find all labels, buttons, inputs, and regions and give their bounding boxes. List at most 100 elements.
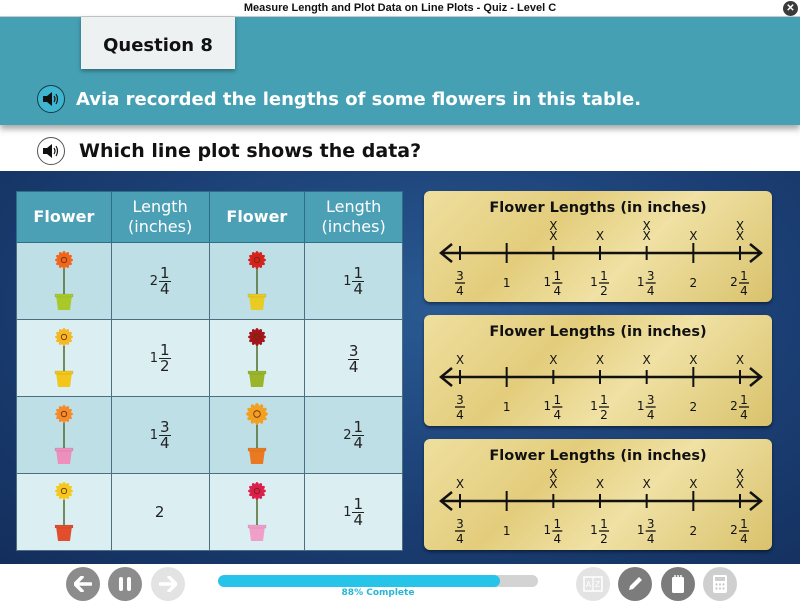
tick-denominator: 2 [600,284,608,298]
tick-whole: 2 [690,276,698,290]
tick-whole: 1 [544,399,552,413]
flower-cell [16,396,112,474]
tick-whole: 1 [637,275,645,289]
flower-cell [208,319,306,397]
pencil-button[interactable] [618,567,652,601]
tick-label: 1 [503,276,511,290]
line-plot-option-c[interactable]: Flower Lengths (in inches) 3 4 X 1 1 1 4 X X 1 1 2 X 1… [424,439,772,550]
plot-x-marker: X [549,219,557,233]
length-value: 2 [154,503,165,521]
tick-denominator: 4 [740,532,748,546]
tick-numerator: 3 [456,517,464,531]
notepad-icon [672,575,684,593]
plot-x-marker: X [689,353,697,367]
line-plot-option-b[interactable]: Flower Lengths (in inches) 3 4 X 1 1 1 4 X 1 1 2 X 1 3… [424,315,772,426]
pencil-icon [629,577,642,590]
tick-denominator: 4 [456,532,464,546]
tick-whole: 1 [503,400,511,414]
plot-x-marker: X [456,353,464,367]
tick-numerator: 1 [740,393,748,407]
tick-denominator: 4 [554,532,562,546]
plot-x-marker: X [456,477,464,491]
tick-numerator: 3 [456,393,464,407]
pause-icon [119,577,131,591]
plot-x-marker: X [689,229,697,243]
flower-cell [16,473,112,551]
plot-x-marker: X [736,353,744,367]
tick-numerator: 1 [740,269,748,283]
tick-denominator: 4 [647,532,655,546]
tick-label: 1 34 [637,393,656,422]
flower-cell [208,242,306,320]
question-number-card: Question 8 [81,17,235,69]
tick-label: 2 [690,276,698,290]
progress-label: 88% Complete [341,588,415,598]
tick-numerator: 1 [600,393,608,407]
tick-whole: 2 [730,523,738,537]
read-aloud-question-button[interactable] [37,137,65,165]
header-length-1: Length (inches) [110,191,210,243]
line-plot-option-a[interactable]: Flower Lengths (in inches) 3 4 1 1 1 4 X X 1 1 2 X 1 3… [424,191,772,302]
length-value: 112 [149,340,171,375]
tick-numerator: 3 [647,269,655,283]
plot-title: Flower Lengths (in inches) [489,324,706,340]
tick-numerator: 3 [456,269,464,283]
pause-button[interactable] [108,567,142,601]
plot-x-marker: X [643,353,651,367]
tick-whole: 1 [590,275,598,289]
length-cell: 112 [110,319,210,397]
notepad-button[interactable] [661,567,695,601]
plot-x-marker: X [643,477,651,491]
tick-denominator: 4 [456,284,464,298]
tick-numerator: 3 [647,393,655,407]
tick-label: 1 [503,524,511,538]
question-ask: Which line plot shows the data? [79,140,422,162]
tick-whole: 2 [730,275,738,289]
tick-whole: 2 [730,399,738,413]
progress-bar [218,575,538,587]
tick-whole: 1 [544,523,552,537]
plot-x-marker: X [736,467,744,481]
close-icon[interactable]: ✕ [783,1,798,16]
plot-title: Flower Lengths (in inches) [489,200,706,216]
glossary-button[interactable]: AZ [576,567,610,601]
plot-x-marker: X [596,353,604,367]
tick-whole: 1 [590,399,598,413]
progress-fill [218,575,500,587]
table-header-row: Flower Length (inches) Flower Length (inch… [16,191,403,243]
calculator-button[interactable] [703,567,737,601]
back-button[interactable] [66,567,100,601]
plot-x-marker: X [643,219,651,233]
plot-x-marker: X [596,477,604,491]
tick-denominator: 4 [647,284,655,298]
header-flower-1: Flower [16,191,112,243]
length-value: 114 [343,494,365,529]
calculator-icon [713,575,727,593]
svg-text:Z: Z [595,580,601,589]
flower-cell [208,473,306,551]
tick-whole: 1 [637,523,645,537]
read-aloud-prompt-button[interactable] [37,85,65,113]
tick-label: 1 12 [590,393,609,422]
tick-whole: 2 [690,400,698,414]
tick-whole: 1 [590,523,598,537]
tick-label: 2 14 [730,517,749,546]
tick-numerator: 1 [740,517,748,531]
length-value: 114 [343,263,365,298]
tick-numerator: 1 [554,269,562,283]
tick-label: 2 [690,524,698,538]
tick-denominator: 4 [740,408,748,422]
window-titlebar: Measure Length and Plot Data on Line Plo… [0,0,800,17]
prompt-row: Avia recorded the lengths of some flower… [37,85,641,113]
tick-whole: 2 [690,524,698,538]
forward-button[interactable] [151,567,185,601]
flower-cell [16,242,112,320]
glossary-az-icon: AZ [583,576,603,592]
flower-pot-icon [54,251,74,310]
flower-cell [16,319,112,397]
plot-x-marker: X [689,477,697,491]
length-value: 134 [149,417,171,452]
flower-pot-icon [247,482,267,541]
flower-pot-icon [54,405,74,464]
tick-whole: 1 [503,524,511,538]
